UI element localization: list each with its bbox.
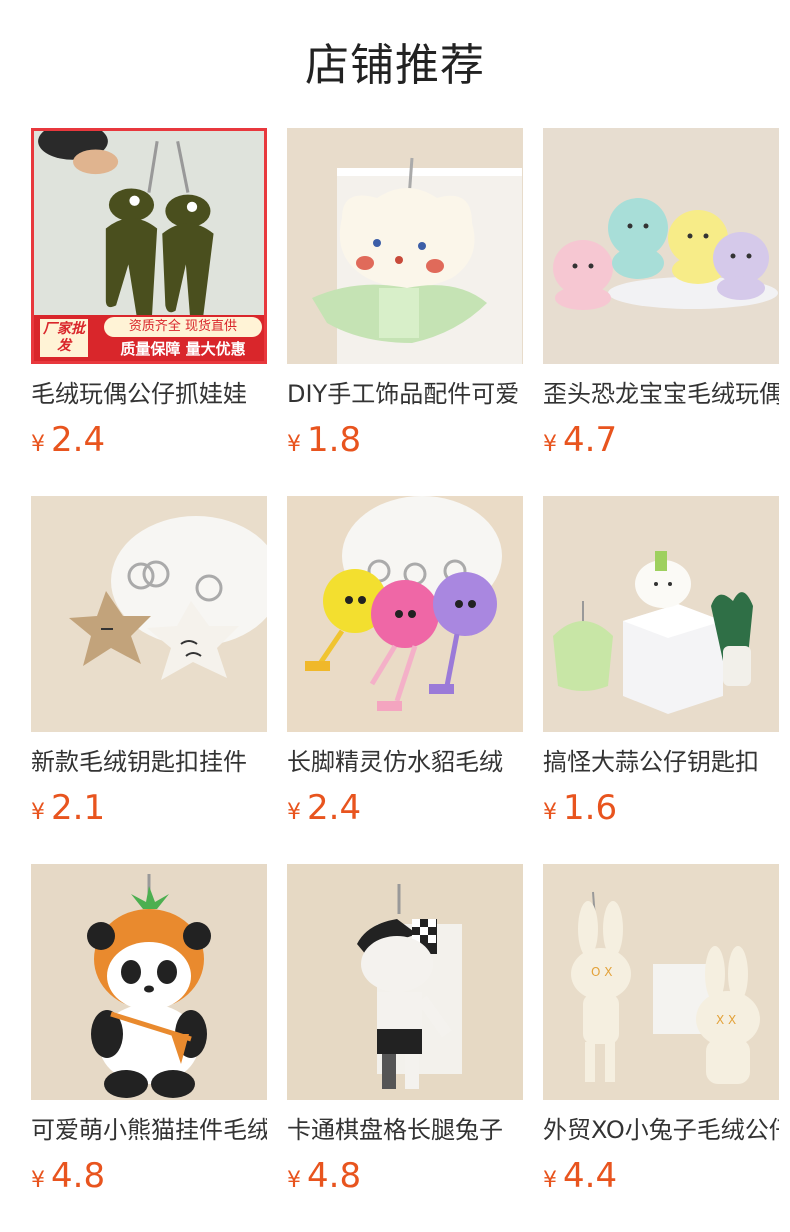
product-name[interactable]: 卡通棋盘格长腿兔子 (287, 1114, 523, 1146)
product-price: ¥2.4 (31, 420, 267, 460)
product-card[interactable]: 长脚精灵仿水貂毛绒 ¥2.4 (287, 496, 523, 828)
product-card[interactable]: 搞怪大蒜公仔钥匙扣 ¥1.6 (543, 496, 779, 828)
price-value: 1.6 (563, 788, 618, 828)
product-name[interactable]: DIY手工饰品配件可爱 (287, 378, 523, 410)
product-price: ¥1.6 (543, 788, 779, 828)
product-image[interactable] (287, 864, 523, 1100)
promo-top-text: 资质齐全 现货直供 (104, 317, 262, 337)
star-plush-keychain-image (31, 496, 267, 732)
product-image[interactable] (31, 496, 267, 732)
price-value: 2.4 (51, 420, 106, 460)
product-card[interactable]: 厂家批发 资质齐全 现货直供 质量保障 量大优惠 毛绒玩偶公仔抓娃娃 ¥2.4 (31, 128, 267, 460)
product-price: ¥4.7 (543, 420, 779, 460)
price-value: 4.8 (307, 1156, 362, 1196)
currency-symbol: ¥ (31, 1168, 45, 1193)
promo-tag: 厂家批发 (40, 319, 88, 357)
product-name[interactable]: 新款毛绒钥匙扣挂件 (31, 746, 267, 778)
product-name[interactable]: 可爱萌小熊猫挂件毛绒 (31, 1114, 267, 1146)
currency-symbol: ¥ (543, 1168, 557, 1193)
product-name[interactable]: 歪头恐龙宝宝毛绒玩偶 (543, 378, 779, 410)
product-price: ¥2.4 (287, 788, 523, 828)
baby-dinosaur-plush-image (543, 128, 779, 364)
svg-text:X X: X X (716, 1013, 736, 1027)
product-price: ¥4.8 (287, 1156, 523, 1196)
furball-sprite-keychain-image (287, 496, 523, 732)
product-image[interactable] (543, 496, 779, 732)
cloud-flower-plush-image (287, 128, 523, 364)
currency-symbol: ¥ (31, 432, 45, 457)
price-value: 4.4 (563, 1156, 618, 1196)
product-name[interactable]: 搞怪大蒜公仔钥匙扣 (543, 746, 779, 778)
product-image[interactable]: O X X X (543, 864, 779, 1100)
product-image[interactable]: 厂家批发 资质齐全 现货直供 质量保障 量大优惠 (31, 128, 267, 364)
product-card[interactable]: 新款毛绒钥匙扣挂件 ¥2.1 (31, 496, 267, 828)
product-card[interactable]: DIY手工饰品配件可爱 ¥1.8 (287, 128, 523, 460)
currency-symbol: ¥ (543, 432, 557, 457)
svg-text:O X: O X (591, 965, 612, 979)
price-value: 4.8 (51, 1156, 106, 1196)
product-name[interactable]: 毛绒玩偶公仔抓娃娃 (31, 378, 267, 410)
xo-rabbit-plush-image: O X X X (543, 864, 779, 1100)
product-card[interactable]: 可爱萌小熊猫挂件毛绒 ¥4.8 (31, 864, 267, 1196)
product-price: ¥1.8 (287, 420, 523, 460)
price-value: 4.7 (563, 420, 618, 460)
panda-carrot-plush-image (31, 864, 267, 1100)
currency-symbol: ¥ (287, 432, 301, 457)
currency-symbol: ¥ (287, 800, 301, 825)
price-value: 2.4 (307, 788, 362, 828)
product-price: ¥4.8 (31, 1156, 267, 1196)
price-value: 2.1 (51, 788, 106, 828)
product-price: ¥2.1 (31, 788, 267, 828)
product-image[interactable] (543, 128, 779, 364)
promo-banner: 厂家批发 资质齐全 现货直供 质量保障 量大优惠 (34, 315, 264, 361)
promo-bottom-text: 质量保障 量大优惠 (120, 340, 246, 358)
product-image[interactable] (31, 864, 267, 1100)
product-name[interactable]: 外贸XO小兔子毛绒公仔 (543, 1114, 779, 1146)
product-price: ¥4.4 (543, 1156, 779, 1196)
vegetable-plush-keychain-image (543, 496, 779, 732)
product-image[interactable] (287, 128, 523, 364)
page-title: 店铺推荐 (305, 40, 485, 91)
product-name[interactable]: 长脚精灵仿水貂毛绒 (287, 746, 523, 778)
checkered-rabbit-plush-image (287, 864, 523, 1100)
price-value: 1.8 (307, 420, 362, 460)
product-image[interactable] (287, 496, 523, 732)
currency-symbol: ¥ (543, 800, 557, 825)
product-card[interactable]: 歪头恐龙宝宝毛绒玩偶 ¥4.7 (543, 128, 779, 460)
currency-symbol: ¥ (31, 800, 45, 825)
product-card[interactable]: 卡通棋盘格长腿兔子 ¥4.8 (287, 864, 523, 1196)
currency-symbol: ¥ (287, 1168, 301, 1193)
product-card[interactable]: O X X X 外贸XO小兔子毛绒公仔 ¥4.4 (543, 864, 779, 1196)
